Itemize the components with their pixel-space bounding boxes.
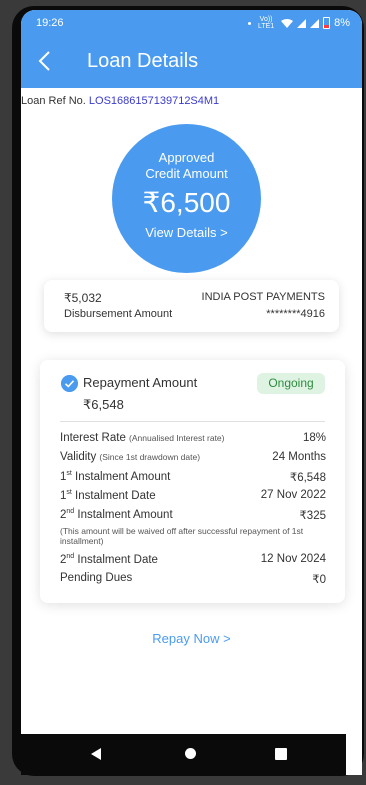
interest-rate-note: (Annualised Interest rate): [129, 433, 225, 443]
repayment-label: Repayment Amount: [83, 375, 198, 390]
interest-rate-value: 18%: [302, 432, 326, 444]
inst2-date-label: Instalment Date: [74, 553, 158, 566]
credit-amount: ₹6,500: [142, 187, 231, 218]
volte-icon: Vo)) LTE1: [257, 16, 275, 30]
validity-label: Validity: [60, 451, 97, 463]
credit-amount-circle: Approved Credit Amount ₹6,500 View Detai…: [112, 124, 261, 273]
repay-now-link[interactable]: Repay Now >: [21, 631, 362, 646]
system-nav-bar: [21, 734, 346, 775]
divider: [60, 421, 325, 422]
validity-value: 24 Months: [272, 451, 326, 463]
interest-rate-label: Interest Rate: [60, 432, 126, 444]
loan-ref: Loan Ref No. LOS1686157139712S4M1: [21, 95, 219, 107]
inst1-amount-value: ₹6,548: [289, 472, 326, 484]
pending-dues-label: Pending Dues: [60, 572, 133, 584]
notification-dot-icon: [248, 21, 252, 25]
inst2-amount-label: Instalment Amount: [74, 508, 173, 521]
status-time: 19:26: [36, 17, 64, 29]
nav-recents-icon[interactable]: [275, 748, 287, 760]
status-icons: Vo)) LTE1 8%: [248, 16, 350, 30]
signal-2-icon: [310, 18, 320, 28]
back-arrow-icon[interactable]: [33, 48, 59, 74]
status-bar: 19:26 Vo)) LTE1 8%: [21, 10, 362, 36]
battery-percent: 8%: [334, 17, 350, 29]
app-screen: 19:26 Vo)) LTE1 8% Loan Details Loan Ref…: [21, 10, 362, 775]
waiver-note: (This amount will be waived off after su…: [60, 526, 304, 546]
repayment-amount: ₹6,548: [83, 397, 124, 412]
disbursement-amount: ₹5,032: [64, 291, 102, 305]
account-number: ********4916: [266, 308, 325, 320]
status-badge: Ongoing: [257, 373, 325, 394]
check-circle-icon: [61, 375, 78, 392]
battery-icon: [323, 17, 331, 29]
loan-ref-value: LOS1686157139712S4M1: [88, 95, 220, 107]
app-header: 19:26 Vo)) LTE1 8% Loan Details: [21, 10, 362, 88]
pending-dues-value: ₹0: [312, 574, 326, 586]
page-title: Loan Details: [87, 50, 199, 72]
signal-icon: [297, 18, 307, 28]
nav-back-icon[interactable]: [91, 748, 101, 760]
inst1-date-label: Instalment Date: [71, 489, 156, 502]
loan-ref-label: Loan Ref No.: [21, 95, 86, 107]
nav-home-icon[interactable]: [185, 748, 196, 759]
inst1-date-value: 27 Nov 2022: [260, 489, 326, 501]
credit-line2: Credit Amount: [145, 166, 228, 181]
inst1-amount-label: Instalment Amount: [71, 470, 171, 483]
disbursement-card: ₹5,032 Disbursement Amount INDIA POST PA…: [44, 280, 339, 332]
inst2-amount-value: ₹325: [299, 510, 326, 522]
inst2-date-value: 12 Nov 2024: [260, 553, 326, 565]
bank-name: INDIA POST PAYMENTS: [201, 291, 325, 303]
credit-line1: Approved: [158, 150, 215, 165]
repayment-card: Repayment Amount ₹6,548 Ongoing Interest…: [40, 360, 345, 603]
validity-note: (Since 1st drawdown date): [99, 452, 201, 462]
wifi-icon: [281, 18, 294, 28]
view-details-link[interactable]: View Details >: [112, 225, 261, 240]
disbursement-label: Disbursement Amount: [64, 308, 173, 320]
